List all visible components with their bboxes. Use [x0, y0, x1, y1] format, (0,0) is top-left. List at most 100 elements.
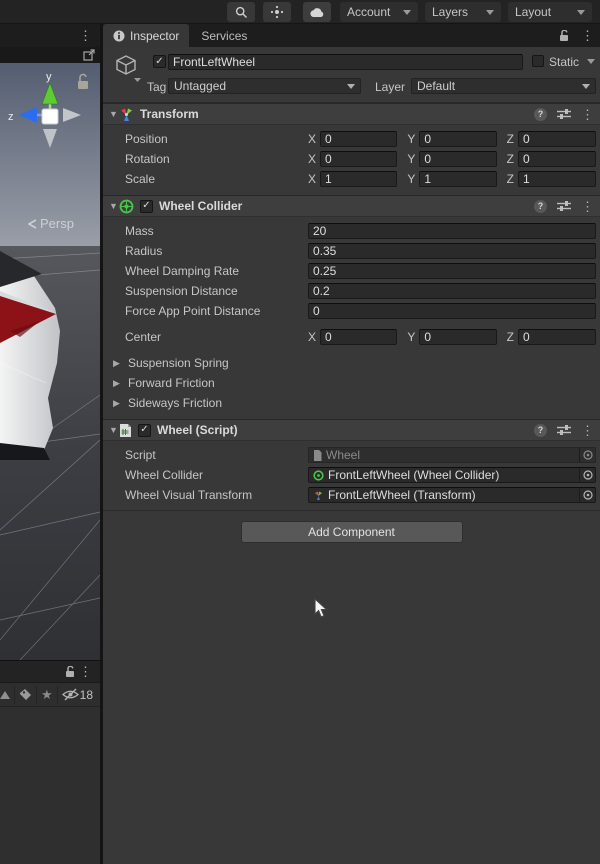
help-icon[interactable]: ? — [534, 423, 547, 437]
rotation-x-field[interactable]: 0 — [320, 151, 398, 167]
wheel-visual-transform-row: Wheel Visual Transform FrontLeftWheel (T… — [103, 485, 600, 505]
wheel-damping-rate-label: Wheel Damping Rate — [125, 264, 240, 278]
wheel-collider-object-field[interactable]: FrontLeftWheel (Wheel Collider) — [308, 467, 596, 483]
radius-field[interactable]: 0.35 — [308, 243, 596, 259]
perspective-indicator[interactable]: Persp — [28, 216, 74, 231]
sideways-friction-foldout[interactable]: ▶ Sideways Friction — [103, 393, 600, 413]
wheel-script-title: Wheel (Script) — [157, 423, 238, 437]
force-app-point-distance-label: Force App Point Distance — [125, 304, 261, 318]
search-icon — [235, 6, 247, 18]
position-z-field[interactable]: 0 — [518, 131, 596, 147]
toolbar-separator — [56, 685, 58, 704]
static-label: Static — [549, 55, 580, 69]
panel-menu-icon[interactable]: ⋮ — [79, 29, 92, 42]
position-y-field[interactable]: 0 — [419, 131, 497, 147]
axis-y-label: Y — [407, 172, 416, 186]
lock-icon[interactable] — [65, 666, 76, 678]
search-button[interactable] — [227, 2, 255, 22]
star-icon[interactable]: ★ — [41, 687, 53, 703]
help-icon[interactable]: ? — [534, 199, 547, 213]
foldout-open-icon[interactable]: ▼ — [109, 201, 119, 211]
pop-out-icon[interactable] — [83, 49, 95, 61]
account-dropdown[interactable]: Account — [340, 2, 418, 22]
help-icon[interactable]: ? — [534, 107, 547, 121]
mass-field[interactable]: 20 — [308, 223, 596, 239]
chevron-down-icon — [577, 9, 585, 15]
tab-inspector[interactable]: Inspector — [103, 24, 190, 47]
presets-icon[interactable] — [557, 108, 571, 120]
script-label: Script — [125, 448, 156, 462]
object-picker-icon[interactable] — [579, 488, 595, 502]
tag-dropdown[interactable]: Untagged — [168, 78, 361, 94]
rotation-label: Rotation — [125, 152, 170, 166]
rotation-z-field[interactable]: 0 — [518, 151, 596, 167]
panel-menu-icon[interactable]: ⋮ — [581, 29, 594, 42]
tab-services[interactable]: Services — [189, 29, 259, 43]
forward-friction-foldout[interactable]: ▶ Forward Friction — [103, 373, 600, 393]
component-menu-icon[interactable]: ⋮ — [581, 200, 594, 213]
position-x-field[interactable]: 0 — [320, 131, 398, 147]
layers-dropdown-label: Layers — [432, 5, 469, 19]
cloud-button[interactable] — [303, 2, 331, 22]
center-row: Center X0 Y0 Z0 — [103, 327, 600, 347]
component-menu-icon[interactable]: ⋮ — [581, 424, 594, 437]
scene-view[interactable]: y z Persp — [0, 63, 100, 660]
sideways-friction-label: Sideways Friction — [128, 396, 223, 410]
wheel-script-header[interactable]: ▼ ✓ Wheel (Script) ? ⋮ — [103, 419, 600, 441]
bottom-panel-toolbar: ★ 18 — [0, 682, 100, 706]
script-row: Script Wheel — [103, 445, 600, 465]
chevron-down-icon — [486, 9, 494, 15]
tag-icon[interactable] — [19, 688, 32, 701]
layers-dropdown[interactable]: Layers — [425, 2, 501, 22]
preferences-icon — [270, 5, 284, 19]
radius-row: Radius 0.35 — [103, 241, 600, 261]
lock-icon[interactable] — [559, 29, 570, 42]
suspension-distance-row: Suspension Distance 0.2 — [103, 281, 600, 301]
static-dropdown-icon[interactable] — [587, 59, 595, 64]
foldout-open-icon[interactable]: ▼ — [109, 109, 119, 119]
axis-x-label: X — [308, 172, 317, 186]
transform-header[interactable]: ▼ Transform ? ⋮ — [103, 103, 600, 125]
suspension-spring-foldout[interactable]: ▶ Suspension Spring — [103, 353, 600, 373]
center-y-field[interactable]: 0 — [419, 329, 497, 345]
name-field[interactable]: FrontLeftWheel — [168, 54, 523, 70]
center-x-field[interactable]: 0 — [320, 329, 398, 345]
scale-z-field[interactable]: 1 — [518, 171, 596, 187]
gameobject-cube-icon[interactable] — [115, 54, 141, 82]
clipped-icon[interactable] — [0, 689, 10, 701]
force-app-point-distance-field[interactable]: 0 — [308, 303, 596, 319]
component-enabled-checkbox[interactable]: ✓ — [138, 423, 151, 437]
wheel-visual-transform-object-field[interactable]: FrontLeftWheel (Transform) — [308, 487, 596, 503]
eye-hidden-icon[interactable] — [61, 688, 79, 701]
wheel-collider-header[interactable]: ▼ ✓ Wheel Collider ? ⋮ — [103, 195, 600, 217]
axis-y-label: Y — [407, 330, 416, 344]
suspension-distance-field[interactable]: 0.2 — [308, 283, 596, 299]
center-z-field[interactable]: 0 — [518, 329, 596, 345]
position-row: Position X0 Y0 Z0 — [103, 129, 600, 149]
hidden-count: 18 — [79, 687, 94, 702]
transform-title: Transform — [140, 107, 199, 121]
wheel-damping-rate-field[interactable]: 0.25 — [308, 263, 596, 279]
radius-label: Radius — [125, 244, 163, 258]
foldout-closed-icon: ▶ — [113, 357, 120, 368]
presets-icon[interactable] — [557, 200, 571, 212]
layout-dropdown[interactable]: Layout — [508, 2, 592, 22]
wheel-collider-ref-label: Wheel Collider — [125, 468, 204, 482]
add-component-button[interactable]: Add Component — [240, 521, 463, 543]
scale-x-field[interactable]: 1 — [320, 171, 398, 187]
preferences-button[interactable] — [263, 2, 291, 22]
rotation-y-field[interactable]: 0 — [419, 151, 497, 167]
suspension-spring-label: Suspension Spring — [128, 356, 229, 370]
presets-icon[interactable] — [557, 424, 571, 436]
static-checkbox[interactable] — [532, 55, 544, 67]
layer-dropdown[interactable]: Default — [411, 78, 596, 94]
wheel-collider-object-value: FrontLeftWheel (Wheel Collider) — [328, 468, 500, 482]
scale-y-field[interactable]: 1 — [419, 171, 497, 187]
active-checkbox[interactable]: ✓ — [153, 55, 166, 68]
component-enabled-checkbox[interactable]: ✓ — [140, 199, 153, 213]
foldout-open-icon[interactable]: ▼ — [109, 425, 119, 435]
panel-menu-icon[interactable]: ⋮ — [79, 665, 92, 678]
component-menu-icon[interactable]: ⋮ — [581, 108, 594, 121]
object-picker-icon[interactable] — [579, 468, 595, 482]
chevron-down-icon — [403, 9, 411, 15]
